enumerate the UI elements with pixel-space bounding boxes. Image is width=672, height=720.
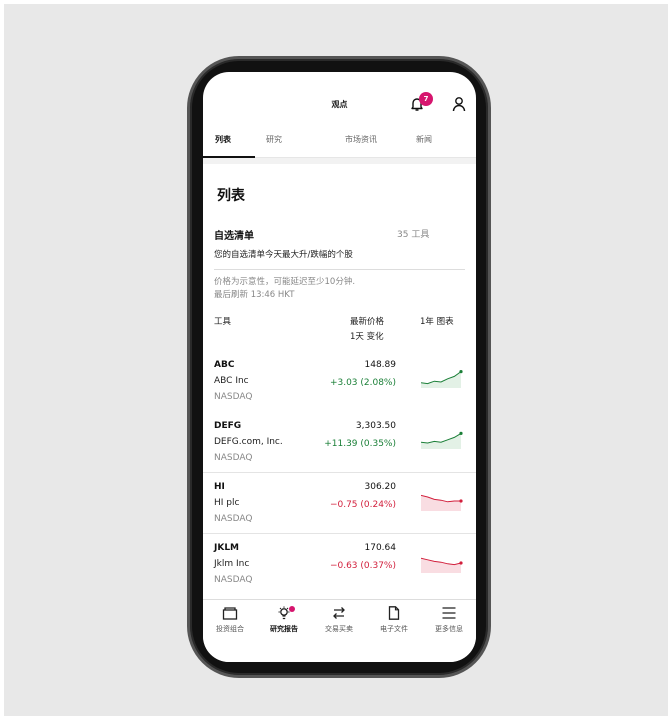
watchlist-title[interactable]: 自选清单: [214, 227, 254, 242]
column-chart: 1年 图表: [420, 317, 454, 327]
tab-research[interactable]: 研究: [266, 134, 282, 145]
nav-label: 更多信息: [435, 625, 463, 633]
bottom-navigation: 投资组合 研究报告 交易买卖 电子文件 更多信息: [203, 599, 476, 662]
row-price: 306.20: [364, 482, 397, 492]
tab-divider: [203, 158, 476, 164]
row-name: Jklm Inc: [214, 559, 250, 569]
nav-documents[interactable]: 电子文件: [367, 606, 421, 634]
sparkline-chart: [421, 494, 463, 511]
row-symbol: DEFG: [214, 421, 242, 431]
arrows-icon: [333, 607, 345, 619]
row-exchange: NASDAQ: [214, 575, 253, 585]
tab-bar: 列表 研究 市场资讯 新闻: [203, 124, 476, 158]
row-exchange: NASDAQ: [214, 453, 253, 463]
tab-market-news[interactable]: 市场资讯: [345, 134, 377, 145]
phone-screen: 观点 7 列表 研究 市场资讯 新闻 列表 自选清单 35 工具 您的自选清单今…: [203, 72, 476, 662]
column-change: 1天 变化: [350, 332, 384, 342]
menu-icon: [442, 607, 456, 619]
nav-label: 电子文件: [380, 625, 408, 633]
column-instrument: 工具: [214, 317, 232, 327]
tab-news[interactable]: 新闻: [416, 134, 432, 145]
nav-label: 投资组合: [216, 625, 244, 633]
sparkline-endpoint: [459, 561, 463, 565]
nav-trade[interactable]: 交易买卖: [312, 606, 366, 634]
sparkline-area: [421, 433, 461, 449]
row-name: HI plc: [214, 498, 240, 508]
row-name: ABC Inc: [214, 376, 249, 386]
app-header: 观点 7: [203, 72, 476, 124]
sparkline-area: [421, 558, 461, 573]
row-price: 170.64: [364, 543, 397, 553]
document-icon: [388, 606, 400, 620]
row-name: DEFG.com, Inc.: [214, 437, 283, 447]
row-symbol: ABC: [214, 360, 235, 370]
watchlist-description: 您的自选清单今天最大升/跌幅的个股: [214, 250, 353, 260]
nav-label: 交易买卖: [325, 625, 353, 633]
notification-badge: 7: [419, 92, 433, 106]
row-price: 148.89: [364, 360, 397, 370]
row-change: +3.03 (2.08%): [329, 378, 396, 388]
nav-more[interactable]: 更多信息: [422, 606, 476, 634]
nav-research[interactable]: 研究报告: [257, 606, 311, 634]
row-change: −0.63 (0.37%): [329, 561, 396, 571]
folder-icon: [222, 607, 238, 620]
user-icon[interactable]: [451, 96, 467, 112]
row-symbol: JKLM: [214, 543, 240, 553]
sparkline-endpoint: [459, 499, 463, 503]
nav-portfolio[interactable]: 投资组合: [203, 606, 257, 634]
row-change: +11.39 (0.35%): [324, 439, 396, 449]
watchlist-count[interactable]: 35 工具: [397, 227, 429, 240]
last-refresh: 最后刷新 13:46 HKT: [214, 290, 295, 300]
sparkline-chart: [421, 370, 463, 388]
research-notification-dot: [289, 606, 295, 612]
row-symbol: HI: [214, 482, 225, 492]
sparkline-area: [421, 495, 461, 511]
sparkline-endpoint: [459, 370, 463, 374]
sparkline-chart: [421, 431, 463, 449]
page-title: 列表: [217, 188, 245, 204]
price-disclaimer: 价格为示意性，可能延迟至少10分钟.: [214, 277, 356, 287]
header-title: 观点: [331, 100, 348, 109]
tab-list[interactable]: 列表: [215, 134, 231, 145]
row-divider: [203, 533, 476, 534]
column-price: 最新价格: [350, 317, 385, 327]
nav-label: 研究报告: [270, 625, 298, 633]
sparkline-endpoint: [459, 431, 463, 435]
sparkline-area: [421, 371, 461, 388]
sparkline-chart: [421, 557, 463, 573]
row-divider: [203, 472, 476, 473]
row-change: −0.75 (0.24%): [329, 500, 396, 510]
row-exchange: NASDAQ: [214, 514, 253, 524]
row-exchange: NASDAQ: [214, 392, 253, 402]
row-price: 3,303.50: [355, 421, 396, 431]
section-divider: [214, 269, 465, 270]
